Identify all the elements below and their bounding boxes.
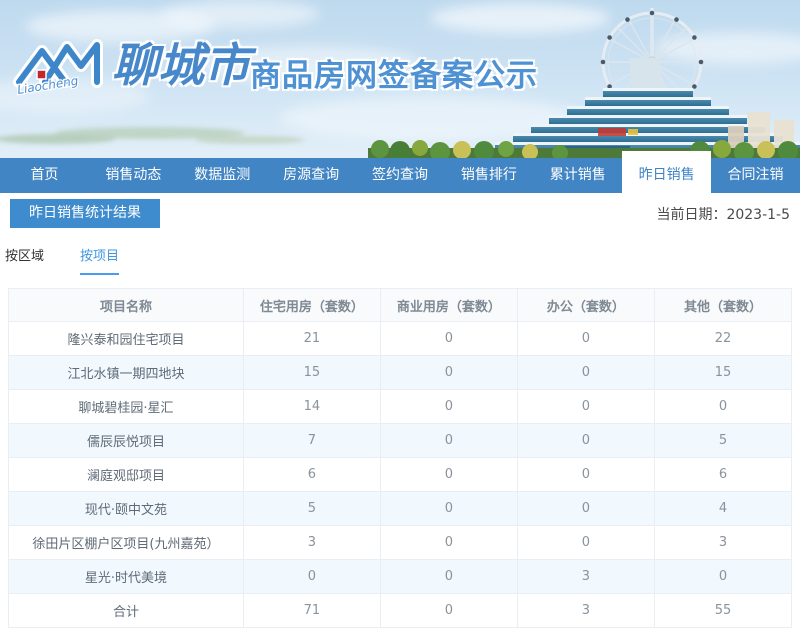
cell-project-name: 隆兴泰和园住宅项目 [8, 321, 244, 356]
cell-project-name: 儒辰辰悦项目 [8, 423, 244, 458]
view-tabs: 按区域 按项目 [5, 245, 800, 275]
cell-project-name: 星光·时代美境 [8, 559, 244, 594]
cell-commercial: 0 [379, 389, 518, 424]
cell-total-label: 合计 [8, 593, 244, 628]
cell-residential: 6 [242, 457, 381, 492]
yesterday-sales-table: 项目名称 住宅用房（套数） 商业用房（套数） 办公（套数） 其他（套数） 隆兴泰… [8, 288, 793, 628]
tab-by-region[interactable]: 按区域 [5, 245, 44, 275]
current-date-label: 当前日期：2023-1-5 [656, 207, 790, 223]
cell-commercial: 0 [379, 491, 518, 526]
table-row: 儒辰辰悦项目 7 0 0 5 [8, 423, 793, 458]
cell-residential: 7 [242, 423, 381, 458]
cell-other: 5 [653, 423, 793, 458]
nav-item-contract-cancellation[interactable]: 合同注销 [711, 158, 800, 193]
cell-office: 0 [516, 355, 655, 390]
cell-commercial: 0 [379, 355, 518, 390]
cell-residential: 0 [242, 559, 381, 594]
cell-office: 3 [516, 559, 655, 594]
tab-by-project[interactable]: 按项目 [80, 245, 120, 275]
site-brand[interactable]: Liaocheng 聊城市 商品房网签备案公示 [12, 34, 572, 104]
cell-project-name: 现代·颐中文苑 [8, 491, 244, 526]
cell-project-name: 澜庭观邸项目 [8, 457, 244, 492]
table-row: 徐田片区棚户区项目(九州嘉苑） 3 0 0 3 [8, 525, 793, 560]
table-row: 隆兴泰和园住宅项目 21 0 0 22 [8, 321, 793, 356]
cell-office: 0 [516, 457, 655, 492]
table-row: 现代·颐中文苑 5 0 0 4 [8, 491, 793, 526]
col-header-residential: 住宅用房（套数） [242, 288, 381, 322]
table-row: 江北水镇一期四地块 15 0 0 15 [8, 355, 793, 390]
cell-commercial: 0 [379, 457, 518, 492]
cell-office: 0 [516, 491, 655, 526]
col-header-commercial: 商业用房（套数） [379, 288, 518, 322]
page-title: 昨日销售统计结果 [10, 199, 160, 228]
cell-residential: 21 [242, 321, 381, 356]
cell-other: 22 [653, 321, 793, 356]
cell-commercial: 0 [379, 423, 518, 458]
nav-item-contract-search[interactable]: 签约查询 [356, 158, 445, 193]
table-total-row: 合计 71 0 3 55 [8, 593, 793, 628]
site-name: 聊城市 [112, 38, 250, 92]
cell-other: 4 [653, 491, 793, 526]
cell-residential: 5 [242, 491, 381, 526]
cell-residential: 14 [242, 389, 381, 424]
cell-residential: 15 [242, 355, 381, 390]
col-header-office: 办公（套数） [516, 288, 655, 322]
banner: Liaocheng 聊城市 商品房网签备案公示 [0, 0, 800, 158]
cell-commercial: 0 [379, 525, 518, 560]
cell-commercial: 0 [379, 559, 518, 594]
site-title: 商品房网签备案公示 [250, 58, 538, 94]
table-row: 星光·时代美境 0 0 3 0 [8, 559, 793, 594]
table-row: 聊城碧桂园·星汇 14 0 0 0 [8, 389, 793, 424]
cell-other-total: 55 [653, 593, 793, 628]
cell-other: 0 [653, 559, 793, 594]
nav-item-sales-trends[interactable]: 销售动态 [89, 158, 178, 193]
cell-other: 3 [653, 525, 793, 560]
cell-office: 0 [516, 321, 655, 356]
cell-office: 0 [516, 423, 655, 458]
cell-residential-total: 71 [242, 593, 381, 628]
cell-other: 6 [653, 457, 793, 492]
col-header-other: 其他（套数） [653, 288, 793, 322]
site-logo-icon: Liaocheng [13, 39, 103, 98]
cell-commercial-total: 0 [379, 593, 518, 628]
cell-office: 0 [516, 389, 655, 424]
cell-project-name: 江北水镇一期四地块 [8, 355, 244, 390]
cell-commercial: 0 [379, 321, 518, 356]
cell-office-total: 3 [516, 593, 655, 628]
nav-item-home[interactable]: 首页 [0, 158, 89, 193]
cell-project-name: 徐田片区棚户区项目(九州嘉苑） [8, 525, 244, 560]
nav-item-sales-ranking[interactable]: 销售排行 [444, 158, 533, 193]
table-header-row: 项目名称 住宅用房（套数） 商业用房（套数） 办公（套数） 其他（套数） [8, 288, 793, 322]
nav-item-listing-search[interactable]: 房源查询 [267, 158, 356, 193]
cell-project-name: 聊城碧桂园·星汇 [8, 389, 244, 424]
col-header-project-name: 项目名称 [8, 288, 244, 322]
nav-item-yesterday-sales[interactable]: 昨日销售 [622, 151, 712, 193]
nav-item-cumulative-sales[interactable]: 累计销售 [533, 158, 622, 193]
cell-other: 0 [653, 389, 793, 424]
main-navigation: 首页 销售动态 数据监测 房源查询 签约查询 销售排行 累计销售 昨日销售 合同… [0, 151, 800, 193]
table-row: 澜庭观邸项目 6 0 0 6 [8, 457, 793, 492]
cell-other: 15 [653, 355, 793, 390]
nav-item-data-monitor[interactable]: 数据监测 [178, 158, 267, 193]
cell-office: 0 [516, 525, 655, 560]
main-content: 昨日销售统计结果 当前日期：2023-1-5 按区域 按项目 项目名称 住宅用房… [0, 193, 800, 628]
cell-residential: 3 [242, 525, 381, 560]
